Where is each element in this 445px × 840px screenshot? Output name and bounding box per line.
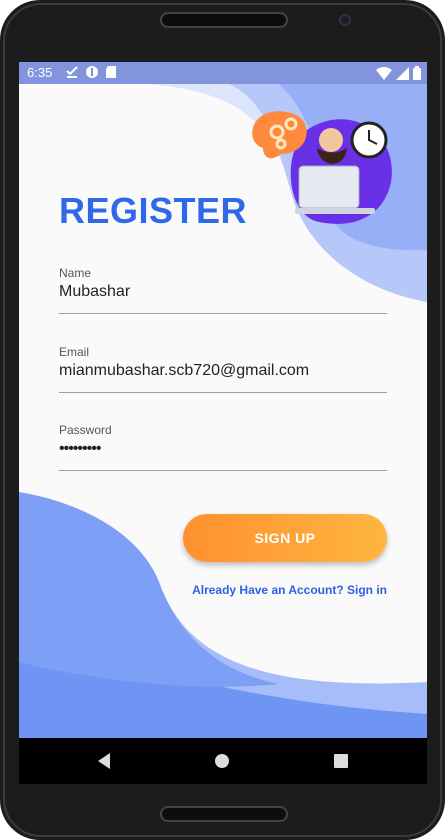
page-title: REGISTER	[59, 190, 248, 231]
sign-up-button[interactable]: SIGN UP	[183, 514, 387, 562]
phone-frame: 6:35 REGISTER Name Mubashar Email mianmu…	[0, 0, 445, 840]
email-label: Email	[59, 345, 90, 359]
signal-icon	[396, 66, 409, 80]
navigation-bar	[19, 738, 427, 784]
sign-in-link[interactable]: Already Have an Account? Sign in	[192, 583, 387, 597]
app-screen: 6:35 REGISTER Name Mubashar Email mianmu…	[19, 62, 427, 738]
download-done-icon	[66, 66, 78, 78]
password-label: Password	[59, 423, 112, 437]
sd-card-icon	[106, 66, 116, 78]
name-field[interactable]: Name Mubashar	[59, 266, 387, 314]
battery-icon	[413, 66, 421, 80]
bottom-speaker	[160, 806, 288, 822]
front-camera	[339, 14, 351, 26]
status-bar: 6:35	[19, 62, 427, 84]
email-input[interactable]: mianmubashar.scb720@gmail.com	[59, 362, 387, 384]
developer-illustration	[252, 111, 392, 224]
password-field[interactable]: Password •••••••••	[59, 423, 387, 471]
name-input[interactable]: Mubashar	[59, 283, 387, 305]
status-time: 6:35	[27, 65, 53, 80]
status-system-icons	[376, 66, 421, 80]
status-notification-icons	[65, 65, 117, 79]
password-input[interactable]: •••••••••	[59, 440, 387, 462]
home-icon[interactable]	[214, 752, 230, 770]
name-label: Name	[59, 266, 92, 280]
recents-icon[interactable]	[333, 752, 349, 770]
wifi-icon	[376, 66, 392, 80]
back-icon[interactable]	[96, 752, 112, 770]
earpiece-speaker	[160, 12, 288, 28]
name-underline	[59, 313, 387, 314]
data-saver-icon	[86, 66, 98, 78]
email-field[interactable]: Email mianmubashar.scb720@gmail.com	[59, 345, 387, 393]
password-underline	[59, 470, 387, 471]
email-underline	[59, 392, 387, 393]
